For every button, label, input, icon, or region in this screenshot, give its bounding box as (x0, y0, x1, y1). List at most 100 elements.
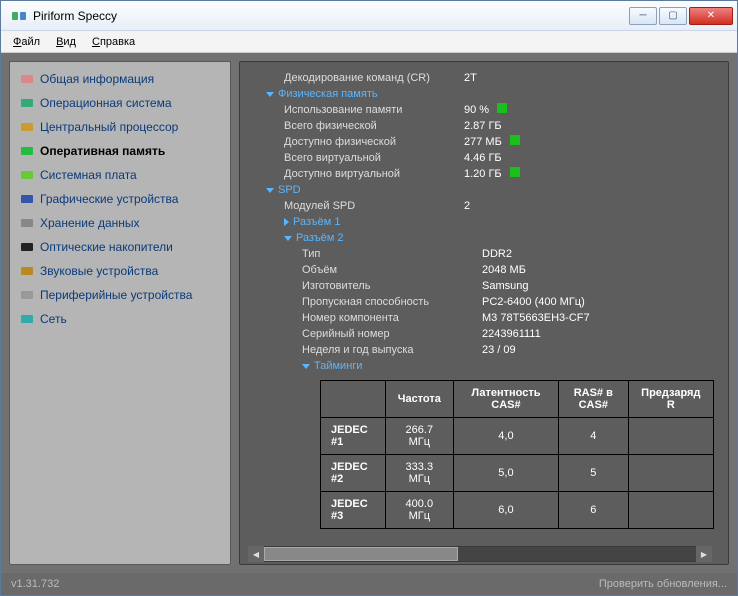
sidebar-item-7[interactable]: Оптические накопители (14, 236, 226, 258)
label: Тип (302, 247, 482, 261)
menu-view[interactable]: Вид (48, 33, 84, 51)
slot2-row-6: Неделя и год выпуска23 / 09 (248, 342, 714, 358)
menu-help[interactable]: Справка (84, 33, 143, 51)
scroll-track[interactable] (264, 547, 696, 561)
cell: 400.0 МГц (385, 492, 453, 529)
value: 23 / 09 (482, 343, 516, 357)
cell: 266.7 МГц (385, 418, 453, 455)
scroll-right-button[interactable]: ▶ (696, 546, 712, 562)
section-slot-2[interactable]: Разъём 2 (248, 230, 714, 246)
sidebar-item-label: Сеть (40, 312, 67, 326)
physmem-row-4: Доступно виртуальной1.20 ГБ (248, 166, 714, 182)
table-header-2: RAS# в CAS# (558, 381, 628, 418)
label: Всего физической (284, 119, 464, 133)
content-panel: Декодирование команд (CR) 2T Физическая … (239, 61, 729, 565)
storage-icon (20, 216, 34, 230)
label: Всего виртуальной (284, 151, 464, 165)
sidebar-item-label: Графические устройства (40, 192, 178, 206)
label: Изготовитель (302, 279, 482, 293)
cell (628, 455, 713, 492)
chevron-down-icon (266, 92, 274, 97)
sidebar-item-label: Системная плата (40, 168, 137, 182)
label: Неделя и год выпуска (302, 343, 482, 357)
scroll-left-button[interactable]: ◀ (248, 546, 264, 562)
sidebar-item-1[interactable]: Операционная система (14, 92, 226, 114)
minimize-button[interactable]: ─ (629, 7, 657, 25)
cell: 333.3 МГц (385, 455, 453, 492)
audio-icon (20, 264, 34, 278)
sidebar-item-label: Периферийные устройства (40, 288, 192, 302)
gpu-icon (20, 192, 34, 206)
sidebar-item-3[interactable]: Оперативная память (14, 140, 226, 162)
chevron-down-icon (284, 236, 292, 241)
os-icon (20, 96, 34, 110)
row-name: JEDEC #2 (321, 455, 386, 492)
label: Доступно виртуальной (284, 167, 464, 181)
status-indicator (510, 135, 520, 145)
label: Пропускная способность (302, 295, 482, 309)
sidebar-item-2[interactable]: Центральный процессор (14, 116, 226, 138)
statusbar: v1.31.732 Проверить обновления... (1, 573, 737, 595)
sidebar-item-4[interactable]: Системная плата (14, 164, 226, 186)
section-physical-memory[interactable]: Физическая память (248, 86, 714, 102)
optical-icon (20, 240, 34, 254)
menubar: Файл Вид Справка (1, 31, 737, 53)
table-header-0: Частота (385, 381, 453, 418)
physmem-row-3: Всего виртуальной4.46 ГБ (248, 150, 714, 166)
label: Объём (302, 263, 482, 277)
app-window: Piriform Speccy ─ ▢ ✕ Файл Вид Справка О… (0, 0, 738, 596)
slot2-row-4: Номер компонентаM3 78T5663EH3-CF7 (248, 310, 714, 326)
sidebar-item-label: Оперативная память (40, 144, 165, 158)
section-slot-1[interactable]: Разъём 1 (248, 214, 714, 230)
value-cr: 2T (464, 71, 477, 85)
sidebar-item-0[interactable]: Общая информация (14, 68, 226, 90)
slot2-row-1: Объём2048 МБ (248, 262, 714, 278)
sidebar-item-6[interactable]: Хранение данных (14, 212, 226, 234)
peripherals-icon (20, 288, 34, 302)
label: Номер компонента (302, 311, 482, 325)
value: 277 МБ (464, 135, 520, 149)
sidebar-item-label: Оптические накопители (40, 240, 173, 254)
table-row: JEDEC #2333.3 МГц5,05 (321, 455, 714, 492)
chevron-right-icon (284, 218, 289, 226)
table-row: JEDEC #1266.7 МГц4,04 (321, 418, 714, 455)
value: 2.87 ГБ (464, 119, 502, 133)
label-spd-modules: Модулей SPD (284, 199, 464, 213)
sidebar-item-5[interactable]: Графические устройства (14, 188, 226, 210)
cpu-icon (20, 120, 34, 134)
window-title: Piriform Speccy (33, 9, 629, 23)
physmem-row-2: Доступно физической277 МБ (248, 134, 714, 150)
scroll-thumb[interactable] (264, 547, 458, 561)
check-updates-link[interactable]: Проверить обновления... (599, 578, 727, 590)
horizontal-scrollbar[interactable]: ◀ ▶ (248, 546, 712, 562)
section-spd[interactable]: SPD (248, 182, 714, 198)
sidebar-item-10[interactable]: Сеть (14, 308, 226, 330)
table-row: JEDEC #3400.0 МГц6,06 (321, 492, 714, 529)
row-name: JEDEC #1 (321, 418, 386, 455)
label: Использование памяти (284, 103, 464, 117)
cell: 4,0 (453, 418, 558, 455)
value-spd-modules: 2 (464, 199, 470, 213)
app-icon (11, 8, 27, 24)
cell: 5 (558, 455, 628, 492)
sidebar-item-label: Центральный процессор (40, 120, 178, 134)
slot2-row-0: ТипDDR2 (248, 246, 714, 262)
value: 4.46 ГБ (464, 151, 502, 165)
sidebar-item-8[interactable]: Звуковые устройства (14, 260, 226, 282)
scroll-area[interactable]: Декодирование команд (CR) 2T Физическая … (240, 62, 728, 546)
menu-file[interactable]: Файл (5, 33, 48, 51)
slot2-row-2: ИзготовительSamsung (248, 278, 714, 294)
sidebar-item-9[interactable]: Периферийные устройства (14, 284, 226, 306)
close-button[interactable]: ✕ (689, 7, 733, 25)
table-header-3: Предзаряд R (628, 381, 713, 418)
ram-icon (20, 144, 34, 158)
label: Доступно физической (284, 135, 464, 149)
row-spd-modules: Модулей SPD 2 (248, 198, 714, 214)
sidebar-item-label: Звуковые устройства (40, 264, 158, 278)
section-timings[interactable]: Тайминги (248, 358, 714, 374)
cell: 6,0 (453, 492, 558, 529)
value: 90 % (464, 103, 507, 117)
client-area: Общая информацияОперационная система Цент… (1, 53, 737, 573)
status-indicator (510, 167, 520, 177)
maximize-button[interactable]: ▢ (659, 7, 687, 25)
